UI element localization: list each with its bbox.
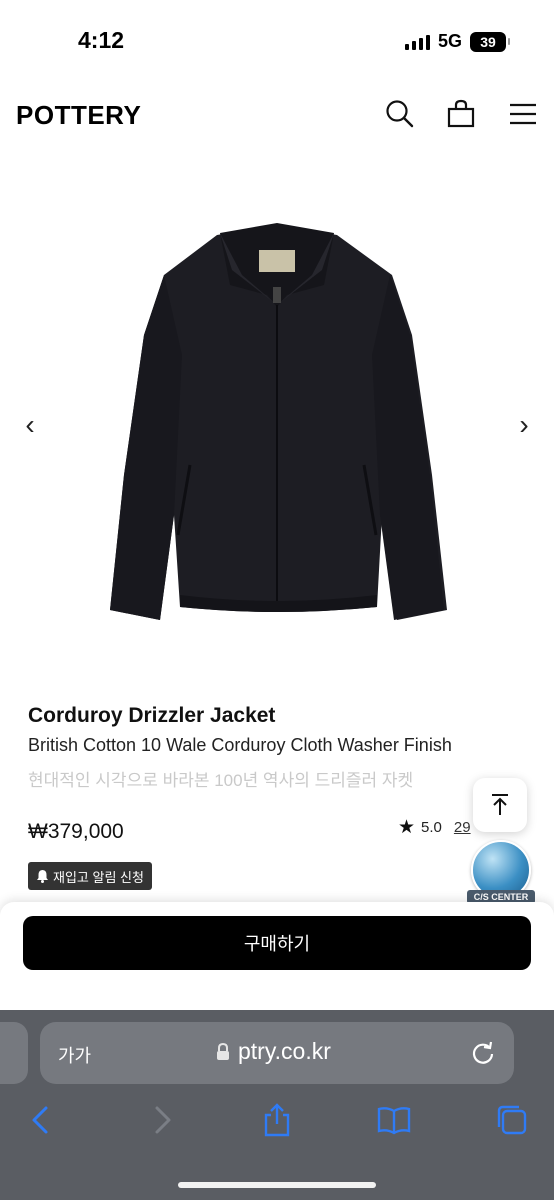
gallery-prev-button[interactable]: ‹ <box>18 405 42 445</box>
status-indicators: 5G 39 <box>404 31 510 52</box>
review-count-link[interactable]: 29 <box>454 819 471 836</box>
rating-value: 5.0 <box>421 819 442 836</box>
lock-icon <box>217 1042 229 1060</box>
reader-settings-button[interactable]: 가가 <box>58 1042 91 1068</box>
site-header: POTTERY <box>0 88 554 142</box>
product-price: ₩379,000 <box>28 820 124 843</box>
bell-icon <box>37 870 48 883</box>
menu-icon[interactable] <box>507 98 539 130</box>
scroll-top-icon <box>492 794 508 815</box>
signal-icon <box>404 34 430 50</box>
site-logo[interactable]: POTTERY <box>16 100 141 131</box>
purchase-sheet: 구매하기 <box>0 902 554 1012</box>
back-icon[interactable] <box>24 1102 60 1138</box>
product-rating: ★ 5.0 29 <box>398 816 471 839</box>
product-subtitle: British Cotton 10 Wale Corduroy Cloth Wa… <box>28 735 452 755</box>
cart-icon[interactable] <box>445 98 477 130</box>
battery-icon: 39 <box>470 31 510 52</box>
previous-tab-preview[interactable] <box>0 1022 28 1084</box>
browser-chrome: 가가 ptry.co.kr <box>0 1010 554 1200</box>
status-bar: 4:12 5G 39 <box>0 0 554 80</box>
star-icon: ★ <box>398 817 416 838</box>
cs-center-button[interactable]: C/S CENTER <box>465 838 537 906</box>
network-type: 5G <box>437 31 462 51</box>
restock-alert-button[interactable]: 재입고 알림 신청 <box>28 862 152 890</box>
scroll-top-button[interactable] <box>473 778 527 832</box>
url-text: ptry.co.kr <box>238 1038 331 1064</box>
buy-button[interactable]: 구매하기 <box>23 916 531 970</box>
url-display[interactable]: ptry.co.kr <box>216 1038 331 1065</box>
tabs-icon[interactable] <box>494 1102 530 1138</box>
reload-icon[interactable] <box>470 1040 496 1066</box>
battery-level: 39 <box>480 33 496 50</box>
search-icon[interactable] <box>384 98 416 130</box>
gallery-next-button[interactable]: › <box>512 405 536 445</box>
status-time: 4:12 <box>78 27 125 53</box>
product-gallery[interactable]: ‹ › <box>0 165 554 685</box>
product-image <box>110 223 447 620</box>
home-indicator <box>178 1182 376 1188</box>
product-description: 현대적인 시각으로 바라본 100년 역사의 드리즐러 자켓 <box>28 771 414 790</box>
share-icon[interactable] <box>259 1102 295 1138</box>
product-title: Corduroy Drizzler Jacket <box>28 704 276 727</box>
restock-alert-label: 재입고 알림 신청 <box>53 869 144 885</box>
browser-toolbar <box>0 1102 554 1142</box>
forward-icon[interactable] <box>143 1102 179 1138</box>
bookmarks-icon[interactable] <box>376 1102 412 1138</box>
address-bar[interactable]: 가가 ptry.co.kr <box>40 1022 514 1084</box>
